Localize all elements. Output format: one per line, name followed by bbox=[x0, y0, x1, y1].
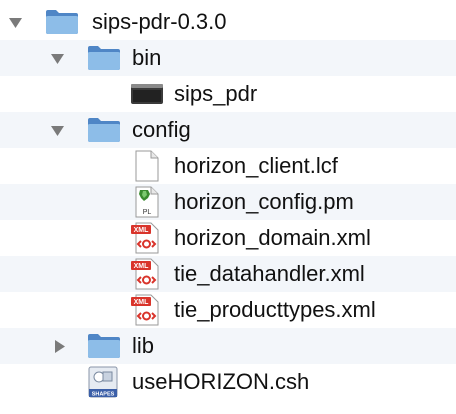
svg-text:XML: XML bbox=[134, 299, 150, 306]
document-icon bbox=[134, 150, 160, 182]
file-tree: sips-pdr-0.3.0 bin sips_pdr config horiz… bbox=[0, 0, 456, 414]
tree-row-lib-folder[interactable]: lib bbox=[0, 328, 456, 364]
tree-label-usehorizon: useHORIZON.csh bbox=[132, 369, 310, 394]
tree-row-horizon-config[interactable]: PL horizon_config.pm bbox=[0, 184, 456, 220]
tree-label-tie-datahandler: tie_datahandler.xml bbox=[174, 261, 365, 286]
perl-file-icon: PL bbox=[134, 186, 160, 218]
disclosure-triangle-expanded-icon[interactable] bbox=[8, 15, 23, 30]
tree-label-horizon-domain: horizon_domain.xml bbox=[174, 225, 371, 250]
tree-label-sips-pdr: sips_pdr bbox=[174, 81, 258, 106]
tree-label-horizon-config: horizon_config.pm bbox=[174, 189, 354, 214]
tree-row-tie-datahandler[interactable]: XML tie_datahandler.xml bbox=[0, 256, 456, 292]
folder-icon bbox=[87, 43, 121, 71]
svg-text:XML: XML bbox=[134, 263, 150, 270]
tree-row-tie-producttypes[interactable]: XML tie_producttypes.xml bbox=[0, 292, 456, 328]
tree-row-sips-pdr[interactable]: sips_pdr bbox=[0, 76, 456, 112]
svg-text:XML: XML bbox=[134, 227, 150, 234]
tree-label-bin: bin bbox=[132, 45, 162, 70]
svg-text:PL: PL bbox=[143, 209, 152, 216]
folder-icon bbox=[87, 331, 121, 359]
tree-label-horizon-client: horizon_client.lcf bbox=[174, 153, 338, 178]
svg-text:SHAPES: SHAPES bbox=[92, 392, 115, 398]
executable-icon bbox=[130, 82, 164, 106]
tree-label-config: config bbox=[132, 117, 191, 142]
tree-label-root: sips-pdr-0.3.0 bbox=[92, 9, 227, 34]
tree-row-root-folder[interactable]: sips-pdr-0.3.0 bbox=[0, 4, 456, 40]
tree-label-lib: lib bbox=[132, 333, 155, 358]
folder-icon bbox=[45, 7, 79, 35]
folder-icon bbox=[87, 115, 121, 143]
xml-file-icon: XML bbox=[130, 294, 162, 326]
tree-label-tie-producttypes: tie_producttypes.xml bbox=[174, 297, 376, 322]
disclosure-triangle-expanded-icon[interactable] bbox=[50, 51, 65, 66]
tree-row-horizon-client[interactable]: horizon_client.lcf bbox=[0, 148, 456, 184]
disclosure-triangle-collapsed-icon[interactable] bbox=[52, 339, 67, 354]
shell-script-icon: SHAPES bbox=[87, 366, 119, 398]
tree-row-config-folder[interactable]: config bbox=[0, 112, 456, 148]
xml-file-icon: XML bbox=[130, 222, 162, 254]
tree-row-bin-folder[interactable]: bin bbox=[0, 40, 456, 76]
tree-row-usehorizon[interactable]: SHAPES useHORIZON.csh bbox=[0, 364, 456, 400]
tree-row-horizon-domain[interactable]: XML horizon_domain.xml bbox=[0, 220, 456, 256]
disclosure-triangle-expanded-icon[interactable] bbox=[50, 123, 65, 138]
xml-file-icon: XML bbox=[130, 258, 162, 290]
